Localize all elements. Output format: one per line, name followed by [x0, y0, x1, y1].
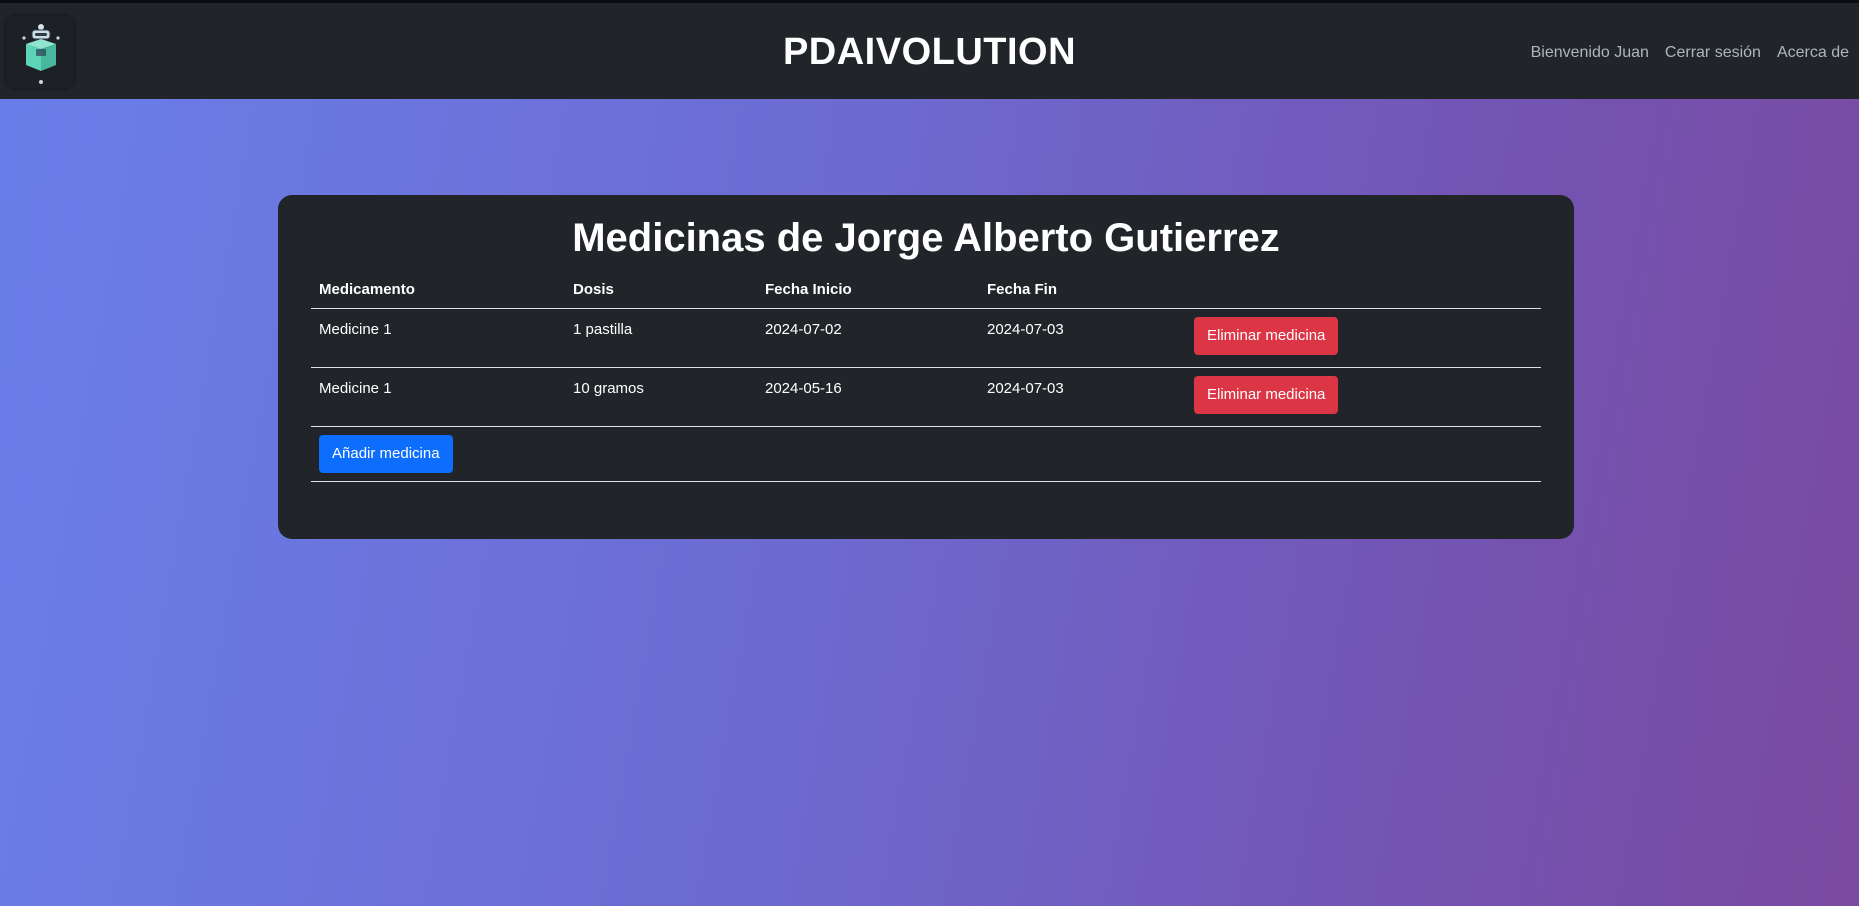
table-header-row: Medicamento Dosis Fecha Inicio Fecha Fin — [311, 273, 1541, 309]
cell-dosis: 10 gramos — [565, 367, 757, 427]
cell-fecha-fin: 2024-07-03 — [979, 308, 1186, 368]
cell-actions: Eliminar medicina — [1186, 308, 1541, 368]
add-medicine-button[interactable]: Añadir medicina — [319, 435, 453, 473]
cell-add-action: Añadir medicina — [311, 426, 1541, 482]
medicines-card: Medicinas de Jorge Alberto Gutierrez Med… — [278, 195, 1574, 539]
cell-dosis: 1 pastilla — [565, 308, 757, 368]
nav-about-link[interactable]: Acerca de — [1777, 44, 1849, 62]
delete-medicine-button[interactable]: Eliminar medicina — [1194, 317, 1339, 355]
robot-logo-icon[interactable] — [6, 16, 74, 88]
table-row: Medicine 1 10 gramos 2024-05-16 2024-07-… — [311, 367, 1541, 427]
column-header-fecha-inicio: Fecha Inicio — [757, 273, 979, 309]
column-header-fecha-fin: Fecha Fin — [979, 273, 1186, 309]
cell-medicamento: Medicine 1 — [311, 308, 565, 368]
top-navbar: PDAIVOLUTION Bienvenido Juan Cerrar sesi… — [0, 0, 1859, 99]
column-header-dosis: Dosis — [565, 273, 757, 309]
cell-fecha-inicio: 2024-05-16 — [757, 367, 979, 427]
column-header-medicamento: Medicamento — [311, 273, 565, 309]
table-row: Medicine 1 1 pastilla 2024-07-02 2024-07… — [311, 308, 1541, 368]
page-title: Medicinas de Jorge Alberto Gutierrez — [572, 216, 1280, 260]
medicines-table: Medicamento Dosis Fecha Inicio Fecha Fin… — [311, 273, 1541, 482]
column-header-actions — [1186, 273, 1541, 309]
cell-fecha-fin: 2024-07-03 — [979, 367, 1186, 427]
cell-medicamento: Medicine 1 — [311, 367, 565, 427]
delete-medicine-button[interactable]: Eliminar medicina — [1194, 376, 1339, 414]
cell-actions: Eliminar medicina — [1186, 367, 1541, 427]
cell-fecha-inicio: 2024-07-02 — [757, 308, 979, 368]
nav-logout-link[interactable]: Cerrar sesión — [1665, 44, 1761, 62]
nav-welcome-user-link[interactable]: Bienvenido Juan — [1531, 44, 1649, 62]
table-add-row: Añadir medicina — [311, 426, 1541, 482]
nav-links: Bienvenido Juan Cerrar sesión Acerca de — [1531, 44, 1849, 62]
